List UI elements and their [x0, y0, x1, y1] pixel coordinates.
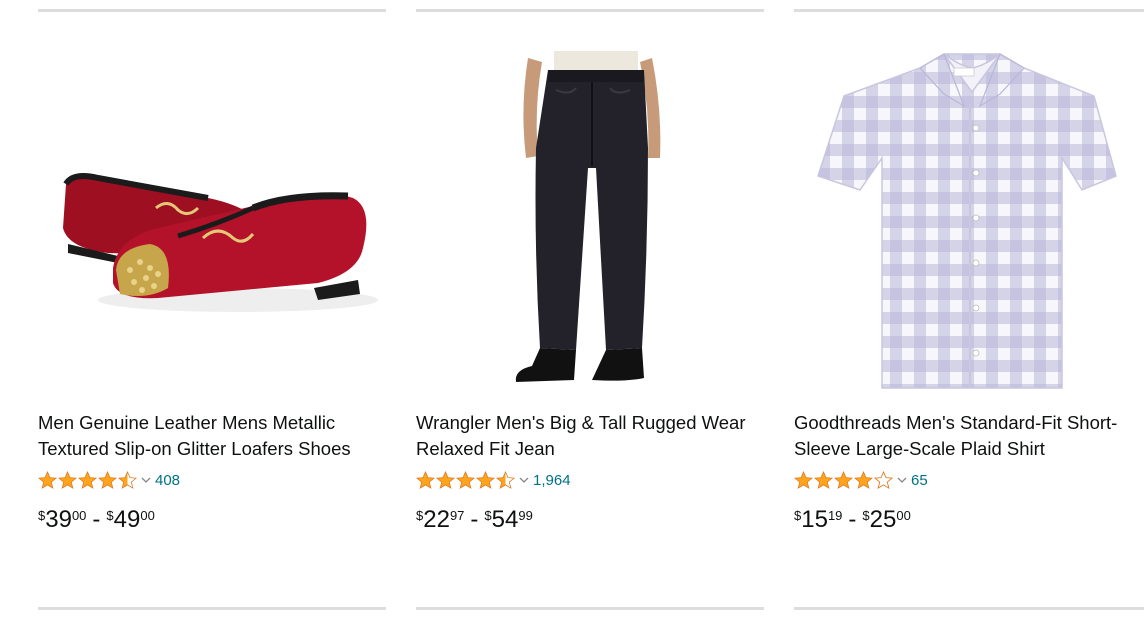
star-full-icon	[78, 470, 97, 489]
star-full-icon	[38, 470, 57, 489]
price-range-dash: -	[92, 506, 101, 533]
price-whole: 25	[869, 506, 897, 533]
price-range-dash: -	[470, 506, 479, 533]
rating-row[interactable]: 408	[38, 469, 180, 491]
price-symbol: $	[106, 508, 114, 523]
price-whole: 39	[45, 506, 72, 533]
price-symbol: $	[794, 508, 802, 523]
star-full-icon	[814, 470, 833, 489]
star-full-icon	[98, 470, 117, 489]
star-rating[interactable]	[38, 470, 137, 490]
product-card[interactable]: Wrangler Men's Big & Tall Rugged Wear Re…	[416, 0, 764, 629]
jeans-image	[515, 51, 661, 382]
star-full-icon	[834, 470, 853, 489]
star-full-icon	[794, 470, 813, 489]
star-half-icon	[496, 470, 515, 489]
star-full-icon	[854, 470, 873, 489]
product-image[interactable]	[38, 48, 386, 400]
price-fraction: 99	[518, 508, 533, 523]
product-card[interactable]: Goodthreads Men's Standard-Fit Short-Sle…	[794, 0, 1144, 629]
star-half-icon	[118, 470, 137, 489]
product-card[interactable]: Men Genuine Leather Mens Metallic Textur…	[38, 0, 386, 629]
chevron-down-icon[interactable]	[519, 475, 529, 485]
star-full-icon	[456, 470, 475, 489]
price-fraction: 97	[449, 508, 465, 523]
star-empty-icon	[874, 470, 893, 489]
price-whole: 54	[491, 506, 519, 533]
review-count-link[interactable]: 65	[911, 472, 928, 489]
card-divider-bottom	[416, 607, 764, 610]
price-fraction: 00	[896, 508, 911, 523]
product-title[interactable]: Goodthreads Men's Standard-Fit Short-Sle…	[794, 410, 1144, 462]
star-rating[interactable]	[416, 470, 515, 490]
star-full-icon	[58, 470, 77, 489]
card-divider-top	[38, 9, 386, 12]
price-fraction: 00	[140, 508, 155, 523]
card-divider-bottom	[38, 607, 386, 610]
loafer-shoes-image	[63, 173, 378, 312]
price-symbol: $	[38, 508, 46, 523]
product-title[interactable]: Wrangler Men's Big & Tall Rugged Wear Re…	[416, 410, 764, 462]
card-divider-top	[794, 9, 1144, 12]
price-range: $22 97 - $54 99	[416, 506, 533, 534]
price-range-dash: -	[848, 506, 857, 533]
product-image[interactable]	[416, 48, 764, 400]
price-symbol: $	[416, 508, 424, 523]
price-range: $39 00 - $49 00	[38, 506, 155, 534]
price-symbol: $	[484, 508, 492, 523]
review-count-link[interactable]: 1,964	[533, 472, 571, 489]
price-whole: 22	[423, 506, 450, 533]
product-image[interactable]	[794, 48, 1144, 400]
product-title[interactable]: Men Genuine Leather Mens Metallic Textur…	[38, 410, 386, 462]
card-divider-top	[416, 9, 764, 12]
price-whole: 49	[113, 506, 141, 533]
price-fraction: 19	[827, 508, 843, 523]
review-count-link[interactable]: 408	[155, 472, 180, 489]
rating-row[interactable]: 1,964	[416, 469, 571, 491]
price-symbol: $	[862, 508, 870, 523]
star-full-icon	[476, 470, 495, 489]
rating-row[interactable]: 65	[794, 469, 928, 491]
price-fraction: 00	[71, 508, 87, 523]
price-whole: 15	[801, 506, 828, 533]
star-full-icon	[416, 470, 435, 489]
plaid-shirt-image	[817, 53, 1117, 389]
price-range: $15 19 - $25 00	[794, 506, 911, 534]
card-divider-bottom	[794, 607, 1144, 610]
star-full-icon	[436, 470, 455, 489]
chevron-down-icon[interactable]	[141, 475, 151, 485]
chevron-down-icon[interactable]	[897, 475, 907, 485]
star-rating[interactable]	[794, 470, 893, 490]
